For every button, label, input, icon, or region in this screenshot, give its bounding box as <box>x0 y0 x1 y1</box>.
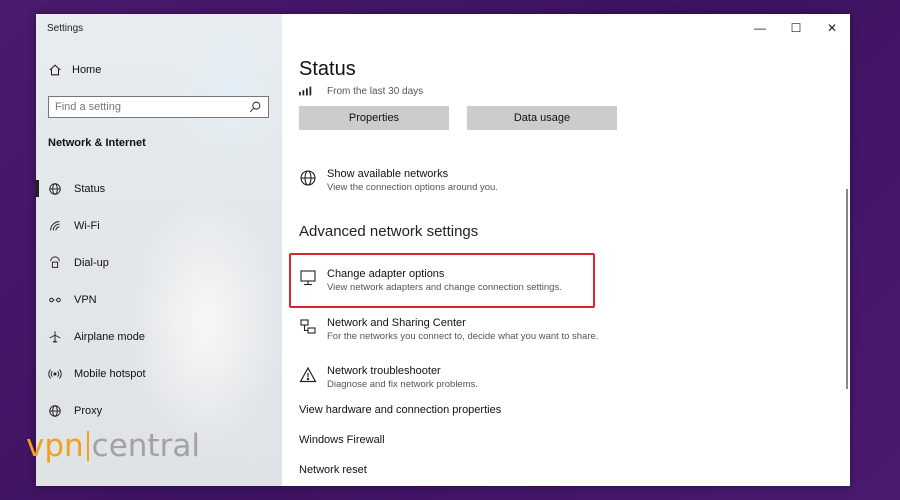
view-hardware-link[interactable]: View hardware and connection properties <box>299 404 501 416</box>
list-item-desc: For the networks you connect to, decide … <box>327 331 599 342</box>
list-item-title: Network and Sharing Center <box>327 317 466 329</box>
airplane-icon <box>48 330 62 344</box>
sidebar-item-vpn[interactable]: VPN <box>36 281 282 318</box>
search-icon[interactable] <box>248 100 262 114</box>
list-item-desc: View network adapters and change connect… <box>327 282 562 293</box>
network-sharing-center[interactable]: Network and Sharing Center For the netwo… <box>299 316 598 343</box>
titlebar-buttons: — ☐ ✕ <box>742 14 850 42</box>
sidebar-item-airplane-mode[interactable]: Airplane mode <box>36 318 282 355</box>
vpn-icon <box>48 293 62 307</box>
scrollbar[interactable] <box>846 189 848 389</box>
sidebar-home-label: Home <box>72 64 102 76</box>
sidebar-section-title: Network & Internet <box>48 137 146 149</box>
data-usage-button[interactable]: Data usage <box>467 106 617 130</box>
sidebar-item-label: Dial-up <box>74 256 109 269</box>
watermark-separator <box>86 431 89 461</box>
usage-period-text: From the last 30 days <box>327 85 424 97</box>
list-item-desc: View the connection options around you. <box>327 182 498 193</box>
sidebar-item-label: Proxy <box>74 404 103 417</box>
sidebar-item-dialup[interactable]: Dial-up <box>36 244 282 281</box>
watermark-brand-left: vpn <box>26 428 84 464</box>
wifi-icon <box>48 219 62 233</box>
maximize-button[interactable]: ☐ <box>778 14 814 42</box>
sidebar-item-label: VPN <box>74 293 97 306</box>
sidebar-item-label: Status <box>74 182 106 195</box>
network-troubleshooter[interactable]: Network troubleshooter Diagnose and fix … <box>299 364 478 391</box>
sidebar: Settings Home Network & Internet Status <box>36 14 282 486</box>
signal-bars-icon <box>299 84 313 98</box>
sidebar-item-label: Mobile hotspot <box>74 367 146 380</box>
settings-window: Settings Home Network & Internet Status <box>36 14 850 486</box>
network-sharing-icon <box>299 318 317 336</box>
globe-network-icon <box>299 169 317 187</box>
sidebar-item-label: Wi-Fi <box>74 219 100 232</box>
advanced-settings-heading: Advanced network settings <box>299 223 479 240</box>
change-adapter-options[interactable]: Change adapter options View network adap… <box>299 267 562 294</box>
list-item-title: Network troubleshooter <box>327 365 441 377</box>
list-item-desc: Diagnose and fix network problems. <box>327 379 479 390</box>
properties-button[interactable]: Properties <box>299 106 449 130</box>
sidebar-item-proxy[interactable]: Proxy <box>36 392 282 429</box>
list-item-title: Change adapter options <box>327 268 445 280</box>
minimize-button[interactable]: — <box>742 14 778 42</box>
network-reset-link[interactable]: Network reset <box>299 464 367 476</box>
watermark-logo: vpn central <box>26 428 200 464</box>
sidebar-item-status[interactable]: Status <box>36 170 282 207</box>
data-usage-row: From the last 30 days <box>299 84 423 98</box>
home-icon <box>48 63 62 77</box>
sidebar-item-mobile-hotspot[interactable]: Mobile hotspot <box>36 355 282 392</box>
list-item-title: Show available networks <box>327 168 449 180</box>
app-title: Settings <box>47 23 84 34</box>
hotspot-icon <box>48 367 62 381</box>
search-box[interactable] <box>48 96 269 118</box>
sidebar-item-label: Airplane mode <box>74 330 145 343</box>
selection-indicator <box>36 180 39 197</box>
sidebar-item-wifi[interactable]: Wi-Fi <box>36 207 282 244</box>
show-available-networks[interactable]: Show available networks View the connect… <box>299 167 498 194</box>
dialup-icon <box>48 255 62 270</box>
page-title: Status <box>299 58 356 80</box>
main-content: — ☐ ✕ Status From the last 30 days Prope… <box>282 14 850 486</box>
proxy-globe-icon <box>48 404 62 418</box>
search-input[interactable] <box>55 101 248 113</box>
globe-icon <box>48 182 62 196</box>
windows-firewall-link[interactable]: Windows Firewall <box>299 434 385 446</box>
close-button[interactable]: ✕ <box>814 14 850 42</box>
sidebar-nav: Status Wi-Fi Dial-up VPN Airplane mode M… <box>36 170 282 429</box>
sidebar-item-home[interactable]: Home <box>48 63 101 77</box>
watermark-brand-right: central <box>91 428 200 464</box>
monitor-icon <box>299 269 317 287</box>
warning-icon <box>299 366 317 384</box>
